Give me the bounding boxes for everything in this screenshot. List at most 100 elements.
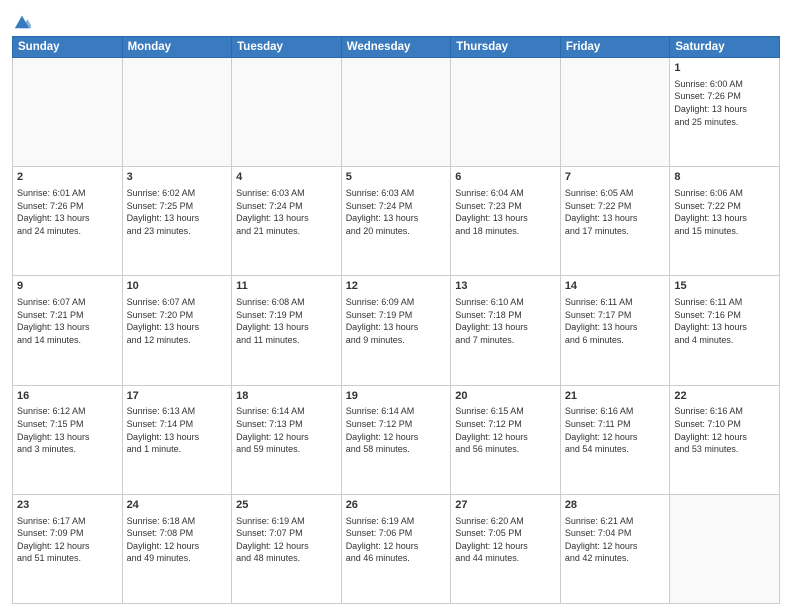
calendar-cell: 14Sunrise: 6:11 AM Sunset: 7:17 PM Dayli… [560, 276, 670, 385]
day-number: 26 [346, 498, 447, 513]
weekday-header-row: SundayMondayTuesdayWednesdayThursdayFrid… [13, 37, 780, 58]
day-info: Sunrise: 6:18 AM Sunset: 7:08 PM Dayligh… [127, 515, 228, 565]
calendar-cell: 9 Sunrise: 6:07 AM Sunset: 7:21 PM Daylig… [13, 276, 123, 385]
calendar-cell: 27 Sunrise: 6:20 AM Sunset: 7:05 PM Dayli… [451, 494, 561, 603]
week-row-0: 1Sunrise: 6:00 AM Sunset: 7:26 PM Daylig… [13, 58, 780, 167]
calendar-cell: 28 Sunrise: 6:21 AM Sunset: 7:04 PM Dayli… [560, 494, 670, 603]
calendar-cell: 4 Sunrise: 6:03 AM Sunset: 7:24 PM Daylig… [232, 167, 342, 276]
day-number: 18 [236, 389, 337, 404]
day-info: Sunrise: 6:03 AM Sunset: 7:24 PM Dayligh… [346, 187, 447, 237]
calendar-cell: 11 Sunrise: 6:08 AM Sunset: 7:19 PM Dayli… [232, 276, 342, 385]
day-info: Sunrise: 6:16 AM Sunset: 7:11 PM Dayligh… [565, 405, 666, 455]
calendar-table: SundayMondayTuesdayWednesdayThursdayFrid… [12, 36, 780, 604]
calendar-cell: 6 Sunrise: 6:04 AM Sunset: 7:23 PM Daylig… [451, 167, 561, 276]
calendar-cell: 10 Sunrise: 6:07 AM Sunset: 7:20 PM Dayli… [122, 276, 232, 385]
day-number: 3 [127, 170, 228, 185]
day-info: Sunrise: 6:03 AM Sunset: 7:24 PM Dayligh… [236, 187, 337, 237]
calendar-cell: 22Sunrise: 6:16 AM Sunset: 7:10 PM Dayli… [670, 385, 780, 494]
day-info: Sunrise: 6:17 AM Sunset: 7:09 PM Dayligh… [17, 515, 118, 565]
day-number: 4 [236, 170, 337, 185]
calendar-cell: 8 Sunrise: 6:06 AM Sunset: 7:22 PM Daylig… [670, 167, 780, 276]
day-number: 23 [17, 498, 118, 513]
week-row-3: 16Sunrise: 6:12 AM Sunset: 7:15 PM Dayli… [13, 385, 780, 494]
day-number: 6 [455, 170, 556, 185]
calendar-cell: 17Sunrise: 6:13 AM Sunset: 7:14 PM Dayli… [122, 385, 232, 494]
day-info: Sunrise: 6:01 AM Sunset: 7:26 PM Dayligh… [17, 187, 118, 237]
calendar-cell [560, 58, 670, 167]
header [12, 10, 780, 30]
day-info: Sunrise: 6:00 AM Sunset: 7:26 PM Dayligh… [674, 78, 775, 128]
day-number: 17 [127, 389, 228, 404]
day-info: Sunrise: 6:14 AM Sunset: 7:12 PM Dayligh… [346, 405, 447, 455]
day-number: 10 [127, 279, 228, 294]
day-number: 12 [346, 279, 447, 294]
weekday-tuesday: Tuesday [232, 37, 342, 58]
calendar-cell: 13 Sunrise: 6:10 AM Sunset: 7:18 PM Dayli… [451, 276, 561, 385]
day-info: Sunrise: 6:16 AM Sunset: 7:10 PM Dayligh… [674, 405, 775, 455]
day-info: Sunrise: 6:07 AM Sunset: 7:21 PM Dayligh… [17, 296, 118, 346]
week-row-2: 9 Sunrise: 6:07 AM Sunset: 7:21 PM Daylig… [13, 276, 780, 385]
day-number: 19 [346, 389, 447, 404]
weekday-wednesday: Wednesday [341, 37, 451, 58]
day-number: 20 [455, 389, 556, 404]
calendar-body: 1Sunrise: 6:00 AM Sunset: 7:26 PM Daylig… [13, 58, 780, 604]
day-info: Sunrise: 6:13 AM Sunset: 7:14 PM Dayligh… [127, 405, 228, 455]
day-info: Sunrise: 6:07 AM Sunset: 7:20 PM Dayligh… [127, 296, 228, 346]
day-number: 27 [455, 498, 556, 513]
day-number: 7 [565, 170, 666, 185]
calendar-cell: 7 Sunrise: 6:05 AM Sunset: 7:22 PM Daylig… [560, 167, 670, 276]
calendar-cell: 5 Sunrise: 6:03 AM Sunset: 7:24 PM Daylig… [341, 167, 451, 276]
day-info: Sunrise: 6:04 AM Sunset: 7:23 PM Dayligh… [455, 187, 556, 237]
day-info: Sunrise: 6:11 AM Sunset: 7:16 PM Dayligh… [674, 296, 775, 346]
calendar-cell: 19Sunrise: 6:14 AM Sunset: 7:12 PM Dayli… [341, 385, 451, 494]
week-row-1: 2 Sunrise: 6:01 AM Sunset: 7:26 PM Daylig… [13, 167, 780, 276]
day-info: Sunrise: 6:12 AM Sunset: 7:15 PM Dayligh… [17, 405, 118, 455]
weekday-monday: Monday [122, 37, 232, 58]
day-info: Sunrise: 6:06 AM Sunset: 7:22 PM Dayligh… [674, 187, 775, 237]
day-info: Sunrise: 6:20 AM Sunset: 7:05 PM Dayligh… [455, 515, 556, 565]
calendar-cell: 16Sunrise: 6:12 AM Sunset: 7:15 PM Dayli… [13, 385, 123, 494]
day-info: Sunrise: 6:05 AM Sunset: 7:22 PM Dayligh… [565, 187, 666, 237]
weekday-thursday: Thursday [451, 37, 561, 58]
calendar-cell [232, 58, 342, 167]
day-number: 14 [565, 279, 666, 294]
calendar-cell: 24 Sunrise: 6:18 AM Sunset: 7:08 PM Dayli… [122, 494, 232, 603]
weekday-saturday: Saturday [670, 37, 780, 58]
day-number: 15 [674, 279, 775, 294]
day-number: 22 [674, 389, 775, 404]
calendar-cell: 23 Sunrise: 6:17 AM Sunset: 7:09 PM Dayli… [13, 494, 123, 603]
day-number: 11 [236, 279, 337, 294]
day-number: 13 [455, 279, 556, 294]
calendar-header: SundayMondayTuesdayWednesdayThursdayFrid… [13, 37, 780, 58]
calendar-cell: 12Sunrise: 6:09 AM Sunset: 7:19 PM Dayli… [341, 276, 451, 385]
day-number: 2 [17, 170, 118, 185]
day-number: 5 [346, 170, 447, 185]
calendar-cell [670, 494, 780, 603]
calendar-cell [13, 58, 123, 167]
day-info: Sunrise: 6:14 AM Sunset: 7:13 PM Dayligh… [236, 405, 337, 455]
calendar-cell: 18Sunrise: 6:14 AM Sunset: 7:13 PM Dayli… [232, 385, 342, 494]
calendar-cell: 25Sunrise: 6:19 AM Sunset: 7:07 PM Dayli… [232, 494, 342, 603]
logo [12, 10, 31, 30]
calendar-page: SundayMondayTuesdayWednesdayThursdayFrid… [0, 0, 792, 612]
day-info: Sunrise: 6:15 AM Sunset: 7:12 PM Dayligh… [455, 405, 556, 455]
day-info: Sunrise: 6:10 AM Sunset: 7:18 PM Dayligh… [455, 296, 556, 346]
day-number: 28 [565, 498, 666, 513]
day-info: Sunrise: 6:08 AM Sunset: 7:19 PM Dayligh… [236, 296, 337, 346]
day-number: 16 [17, 389, 118, 404]
day-info: Sunrise: 6:19 AM Sunset: 7:06 PM Dayligh… [346, 515, 447, 565]
day-info: Sunrise: 6:02 AM Sunset: 7:25 PM Dayligh… [127, 187, 228, 237]
day-number: 24 [127, 498, 228, 513]
calendar-cell: 15 Sunrise: 6:11 AM Sunset: 7:16 PM Dayli… [670, 276, 780, 385]
calendar-cell [341, 58, 451, 167]
day-info: Sunrise: 6:21 AM Sunset: 7:04 PM Dayligh… [565, 515, 666, 565]
logo-icon [13, 12, 31, 30]
week-row-4: 23 Sunrise: 6:17 AM Sunset: 7:09 PM Dayli… [13, 494, 780, 603]
day-number: 8 [674, 170, 775, 185]
calendar-cell: 26 Sunrise: 6:19 AM Sunset: 7:06 PM Dayli… [341, 494, 451, 603]
day-number: 9 [17, 279, 118, 294]
day-number: 21 [565, 389, 666, 404]
calendar-cell: 2 Sunrise: 6:01 AM Sunset: 7:26 PM Daylig… [13, 167, 123, 276]
calendar-cell [122, 58, 232, 167]
calendar-cell: 3 Sunrise: 6:02 AM Sunset: 7:25 PM Daylig… [122, 167, 232, 276]
